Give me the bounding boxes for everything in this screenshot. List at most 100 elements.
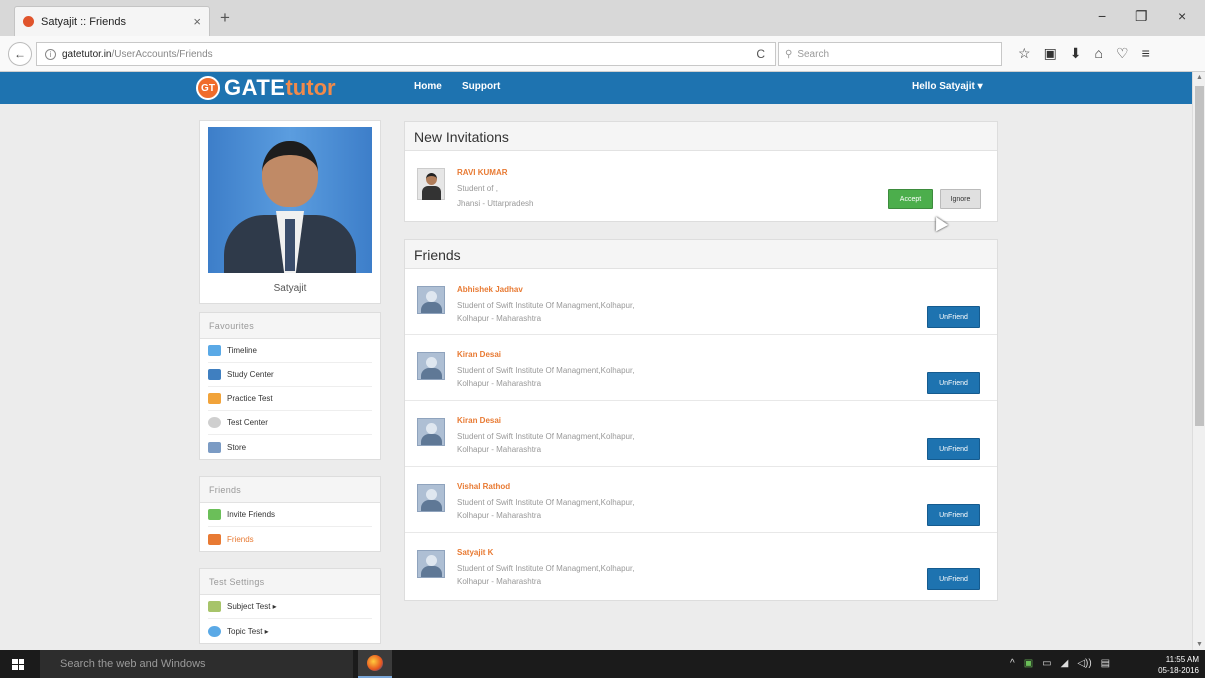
friend-detail: Student of Swift Institute Of Managment,… xyxy=(457,564,635,573)
taskbar: Search the web and Windows ^ ▣ ▭ ◢ ◁)) ▤… xyxy=(0,650,1205,678)
friends-nav-panel: Friends Invite Friends Friends xyxy=(199,476,381,552)
scrollbar-thumb[interactable] xyxy=(1195,86,1204,426)
battery-icon[interactable]: ▭ xyxy=(1042,658,1051,669)
site-logo[interactable]: GT GATE tutor xyxy=(196,75,336,101)
avatar[interactable] xyxy=(417,286,445,314)
unfriend-button[interactable]: UnFriend xyxy=(927,504,980,526)
avatar[interactable] xyxy=(417,484,445,512)
sidebar-item-practice-test[interactable]: Practice Test xyxy=(208,387,372,411)
network-icon[interactable]: ◢ xyxy=(1061,658,1069,669)
friend-location: Kolhapur - Maharashtra xyxy=(457,511,542,520)
back-button[interactable]: ← xyxy=(8,42,32,66)
test-settings-title: Test Settings xyxy=(200,569,380,595)
friends-panel: Friends Abhishek Jadhav Student of Swift… xyxy=(404,239,998,601)
store-icon xyxy=(208,441,221,453)
site-info-icon[interactable]: i xyxy=(45,48,56,60)
avatar[interactable] xyxy=(417,550,445,578)
browser-search-input[interactable]: ⚲ Search xyxy=(778,42,1002,66)
friend-detail: Student of Swift Institute Of Managment,… xyxy=(457,498,635,507)
sidebar-item-store[interactable]: Store xyxy=(208,435,372,459)
friend-name[interactable]: Satyajit K xyxy=(457,548,493,557)
nav-support-link[interactable]: Support xyxy=(462,81,500,92)
sidebar-item-label: Invite Friends xyxy=(227,510,276,519)
friend-location: Kolhapur - Maharashtra xyxy=(457,314,542,323)
sidebar-item-friends[interactable]: Friends xyxy=(208,527,372,551)
page-scrollbar[interactable]: ▲ ▼ xyxy=(1192,72,1205,650)
browser-tabbar: Satyajit :: Friends × + − ❐ × xyxy=(0,0,1205,36)
unfriend-button[interactable]: UnFriend xyxy=(927,568,980,590)
sidebar-item-subject-test[interactable]: Subject Test ▸ xyxy=(208,595,372,619)
practice-test-icon xyxy=(208,393,221,404)
sidebar-item-timeline[interactable]: Timeline xyxy=(208,339,372,363)
volume-icon[interactable]: ◁)) xyxy=(1077,658,1091,669)
logo-tutor-text: tutor xyxy=(285,75,336,100)
sidebar-item-label: Store xyxy=(227,442,247,452)
minimize-icon[interactable]: − xyxy=(1098,8,1106,24)
ignore-button[interactable]: Ignore xyxy=(940,189,981,209)
taskbar-search-input[interactable]: Search the web and Windows xyxy=(40,650,353,678)
profile-photo[interactable] xyxy=(208,127,372,273)
avatar[interactable] xyxy=(417,418,445,446)
sidebar-item-label: Practice Test xyxy=(227,394,273,403)
friend-row: Kiran Desai Student of Swift Institute O… xyxy=(405,336,997,401)
bookmark-star-icon[interactable]: ☆ xyxy=(1018,45,1031,62)
tab-title: Satyajit :: Friends xyxy=(41,15,126,28)
downloads-icon[interactable]: ⬇ xyxy=(1070,45,1082,62)
url-path: /UserAccounts/Friends xyxy=(111,48,213,60)
sidebar-item-topic-test[interactable]: Topic Test ▸ xyxy=(208,619,372,643)
sidebar-item-label: Subject Test ▸ xyxy=(227,602,277,611)
user-menu[interactable]: Hello Satyajit ▾ xyxy=(912,81,983,92)
friend-location: Kolhapur - Maharashtra xyxy=(457,577,542,586)
tray-overflow-icon[interactable]: ^ xyxy=(1010,658,1015,669)
tray-app-icon[interactable]: ▣ xyxy=(1024,658,1033,669)
friend-name[interactable]: Vishal Rathod xyxy=(457,482,510,491)
browser-navbar: ← i gatetutor.in /UserAccounts/Friends C… xyxy=(0,36,1205,72)
notifications-icon[interactable]: ▤ xyxy=(1101,658,1110,669)
sidebar-item-invite-friends[interactable]: Invite Friends xyxy=(208,503,372,527)
friends-title: Friends xyxy=(405,240,997,269)
address-bar[interactable]: i gatetutor.in /UserAccounts/Friends C xyxy=(36,42,776,66)
reading-list-icon[interactable]: ▣ xyxy=(1044,45,1057,62)
url-host: gatetutor.in xyxy=(62,48,112,60)
nav-home-link[interactable]: Home xyxy=(414,81,442,92)
test-center-icon xyxy=(208,417,221,428)
home-icon[interactable]: ⌂ xyxy=(1095,45,1103,62)
scroll-down-icon[interactable]: ▼ xyxy=(1196,641,1203,648)
taskbar-clock[interactable]: 11:55 AM 05-18-2016 xyxy=(1155,654,1199,676)
friend-name[interactable]: Abhishek Jadhav xyxy=(457,285,523,294)
unfriend-button[interactable]: UnFriend xyxy=(927,372,980,394)
invitations-panel: New Invitations RAVI KUMAR Student of , … xyxy=(404,121,998,222)
subject-test-icon xyxy=(208,601,221,612)
invitation-detail: Student of , xyxy=(457,184,498,193)
favourites-title: Favourites xyxy=(200,313,380,339)
invitation-location: Jhansi - Uttarpradesh xyxy=(457,199,534,208)
sidebar-item-label: Friends xyxy=(227,534,254,544)
new-tab-icon[interactable]: + xyxy=(220,8,230,28)
windows-start-icon[interactable] xyxy=(12,659,24,670)
avatar[interactable] xyxy=(417,352,445,380)
invitation-name[interactable]: RAVI KUMAR xyxy=(457,168,508,177)
pocket-icon[interactable]: ♡ xyxy=(1116,45,1129,62)
friend-name[interactable]: Kiran Desai xyxy=(457,350,501,359)
friend-row: Vishal Rathod Student of Swift Institute… xyxy=(405,468,997,533)
accept-button[interactable]: Accept xyxy=(888,189,933,209)
avatar[interactable] xyxy=(417,168,445,200)
unfriend-button[interactable]: UnFriend xyxy=(927,306,980,328)
unfriend-button[interactable]: UnFriend xyxy=(927,438,980,460)
tab-close-icon[interactable]: × xyxy=(193,14,201,29)
sidebar-item-test-center[interactable]: Test Center xyxy=(208,411,372,435)
scroll-up-icon[interactable]: ▲ xyxy=(1196,74,1203,81)
site-header: GT GATE tutor Home Support Hello Satyaji… xyxy=(0,72,1192,104)
invite-friends-icon xyxy=(208,509,221,520)
friend-detail: Student of Swift Institute Of Managment,… xyxy=(457,432,635,441)
search-placeholder: Search xyxy=(797,48,830,60)
friend-detail: Student of Swift Institute Of Managment,… xyxy=(457,366,635,375)
friend-name[interactable]: Kiran Desai xyxy=(457,416,501,425)
sidebar-item-study-center[interactable]: Study Center xyxy=(208,363,372,387)
reload-icon[interactable]: C xyxy=(756,47,765,61)
window-close-icon[interactable]: × xyxy=(1178,8,1186,24)
menu-icon[interactable]: ≡ xyxy=(1142,45,1150,62)
firefox-taskbar-icon[interactable] xyxy=(358,650,392,678)
restore-icon[interactable]: ❐ xyxy=(1135,8,1148,25)
browser-tab[interactable]: Satyajit :: Friends × xyxy=(14,6,210,36)
